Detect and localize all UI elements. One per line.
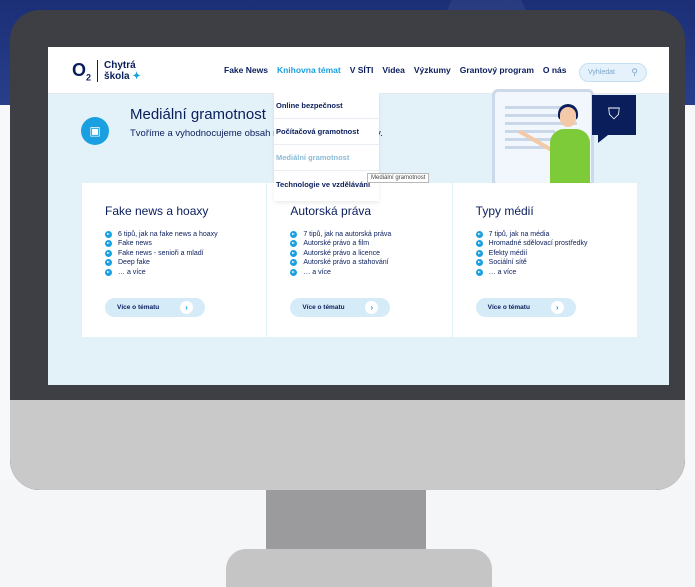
list-item[interactable]: Fake news bbox=[105, 240, 266, 249]
arrow-bullet-icon bbox=[290, 240, 298, 248]
nav-item-v-siti[interactable]: V SÍTI bbox=[350, 65, 374, 75]
nav-item-o-nas[interactable]: O nás bbox=[543, 65, 567, 75]
more-about-topic-button[interactable]: Více o tématu › bbox=[475, 298, 576, 317]
list-item[interactable]: Autorské právo a stahování bbox=[290, 259, 451, 268]
dropdown-item-technologie-ve-vzdelavani[interactable]: Technologie ve vzdělávání bbox=[274, 171, 379, 197]
arrow-bullet-icon bbox=[290, 230, 298, 238]
tooltip: Mediální gramotnost bbox=[367, 173, 430, 183]
person-body bbox=[550, 129, 590, 187]
list-item[interactable]: Hromadné sdělovací prostředky bbox=[475, 240, 637, 249]
monitor-stand bbox=[266, 490, 426, 552]
arrow-bullet-icon bbox=[475, 259, 483, 267]
list-item[interactable]: 7 tipů, jak na média bbox=[475, 230, 637, 239]
arrow-bullet-icon bbox=[290, 249, 298, 257]
shield-badge-icon: ⛉ bbox=[592, 95, 636, 143]
list-item[interactable]: 7 tipů, jak na autorská práva bbox=[290, 230, 451, 239]
main-menu: Fake News Knihovna témat V SÍTI Videa Vý… bbox=[224, 65, 567, 75]
chevron-right-icon: › bbox=[365, 301, 379, 314]
chevron-right-icon: › bbox=[180, 301, 193, 314]
chevron-right-icon: › bbox=[550, 301, 564, 314]
list-item[interactable]: Fake news - senioři a mladí bbox=[105, 249, 266, 258]
search-input[interactable]: Vyhledat ⚲ bbox=[579, 63, 647, 82]
list-item[interactable]: Efekty médií bbox=[475, 249, 637, 258]
arrow-bullet-icon bbox=[475, 249, 483, 257]
list-item[interactable]: Autorské právo a film bbox=[290, 240, 451, 249]
book-icon: ▣ bbox=[81, 117, 109, 145]
arrow-bullet-icon bbox=[105, 249, 112, 257]
monitor-stand-base bbox=[226, 549, 492, 587]
dropdown-item-medialni-gramotnost[interactable]: Mediální gramotnost bbox=[274, 145, 379, 171]
card-link-list: 6 tipů, jak na fake news a hoaxy Fake ne… bbox=[105, 230, 266, 277]
arrow-bullet-icon bbox=[475, 240, 483, 248]
top-navbar: O2 Chytrá škola ✦ Fake News Knihovna tém… bbox=[48, 47, 669, 94]
search-icon: ⚲ bbox=[631, 67, 638, 77]
list-item[interactable]: … a více bbox=[290, 268, 451, 277]
hero-illustration: ⛉ bbox=[478, 89, 658, 190]
arrow-bullet-icon bbox=[105, 259, 112, 267]
card-title: Fake news a hoaxy bbox=[105, 204, 209, 218]
arrow-bullet-icon bbox=[105, 230, 112, 238]
card-title: Typy médií bbox=[475, 204, 534, 218]
arrow-bullet-icon bbox=[475, 230, 483, 238]
more-about-topic-button[interactable]: Více o tématu › bbox=[105, 298, 205, 317]
list-item[interactable]: … a více bbox=[475, 268, 637, 277]
o2-logo-mark: O2 bbox=[72, 59, 92, 83]
page-title: Mediální gramotnost bbox=[130, 106, 266, 123]
list-item[interactable]: … a více bbox=[105, 268, 266, 277]
nav-item-vyzkumy[interactable]: Výzkumy bbox=[414, 65, 451, 75]
nav-item-fake-news[interactable]: Fake News bbox=[224, 65, 268, 75]
arrow-bullet-icon bbox=[475, 268, 483, 276]
dropdown-item-pocitacova-gramotnost[interactable]: Počítačová gramotnost bbox=[274, 119, 379, 145]
arrow-bullet-icon bbox=[105, 240, 112, 248]
card-title: Autorská práva bbox=[290, 204, 372, 218]
monitor-chin bbox=[10, 400, 685, 490]
knihovna-dropdown-menu: Online bezpečnost Počítačová gramotnost … bbox=[274, 93, 379, 201]
dropdown-item-online-bezpecnost[interactable]: Online bezpečnost bbox=[274, 93, 379, 119]
more-about-topic-button[interactable]: Více o tématu › bbox=[290, 298, 391, 317]
card-link-list: 7 tipů, jak na autorská práva Autorské p… bbox=[290, 230, 451, 277]
arrow-bullet-icon bbox=[290, 259, 298, 267]
nav-item-grantovy-program[interactable]: Grantový program bbox=[460, 65, 534, 75]
list-item[interactable]: Deep fake bbox=[105, 259, 266, 268]
person-head bbox=[560, 107, 576, 127]
nav-item-knihovna-temat[interactable]: Knihovna témat bbox=[277, 65, 341, 75]
list-item[interactable]: 6 tipů, jak na fake news a hoaxy bbox=[105, 230, 266, 239]
list-item[interactable]: Sociální sítě bbox=[475, 259, 637, 268]
search-placeholder: Vyhledat bbox=[588, 69, 615, 76]
card-fake-news: Fake news a hoaxy 6 tipů, jak na fake ne… bbox=[82, 183, 267, 337]
arrow-bullet-icon bbox=[105, 268, 112, 276]
logo-divider bbox=[97, 60, 99, 82]
nav-item-videa[interactable]: Videa bbox=[382, 65, 405, 75]
monitor-screen: O2 Chytrá škola ✦ Fake News Knihovna tém… bbox=[48, 47, 669, 385]
arrow-bullet-icon bbox=[290, 268, 298, 276]
card-autorska-prava: Autorská práva 7 tipů, jak na autorská p… bbox=[267, 183, 452, 337]
o2-chytra-skola-logo[interactable]: O2 Chytrá škola ✦ bbox=[72, 59, 148, 83]
card-typy-medii: Typy médií 7 tipů, jak na média Hromadné… bbox=[452, 183, 637, 337]
list-item[interactable]: Autorské právo a licence bbox=[290, 249, 451, 258]
logo-text: Chytrá škola ✦ bbox=[104, 60, 141, 82]
card-link-list: 7 tipů, jak na média Hromadné sdělovací … bbox=[475, 230, 637, 277]
topic-cards: Fake news a hoaxy 6 tipů, jak na fake ne… bbox=[82, 183, 637, 337]
